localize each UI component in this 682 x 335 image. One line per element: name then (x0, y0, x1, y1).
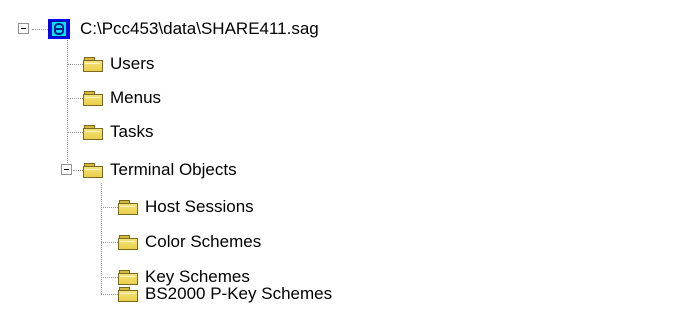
folder-icon (118, 286, 138, 302)
folder-icon (118, 234, 138, 250)
folder-icon (83, 124, 103, 140)
folder-icon (83, 90, 103, 106)
tree-root-label: C:\Pcc453\data\SHARE411.sag (80, 19, 319, 38)
folder-icon (118, 199, 138, 215)
terminal-objects-collapse-toggle[interactable] (61, 164, 72, 175)
tree-item-label: Color Schemes (145, 232, 262, 251)
tree-root-node[interactable]: C:\Pcc453\data\SHARE411.sag (48, 17, 321, 41)
database-icon (48, 19, 70, 39)
tree-item-bs2000-p-key-schemes[interactable]: BS2000 P-Key Schemes (118, 282, 334, 306)
tree-item-label: Host Sessions (145, 197, 254, 216)
root-collapse-toggle[interactable] (18, 23, 29, 34)
tree-item-label: Tasks (110, 122, 154, 141)
tree-item-label: Terminal Objects (110, 160, 237, 179)
tree-item-terminal-objects[interactable]: Terminal Objects (83, 158, 239, 182)
tree-item-host-sessions[interactable]: Host Sessions (118, 195, 256, 219)
tree-item-color-schemes[interactable]: Color Schemes (118, 230, 263, 254)
folder-icon (83, 56, 103, 72)
tree-item-users[interactable]: Users (83, 52, 156, 76)
tree-item-tasks[interactable]: Tasks (83, 120, 155, 144)
tree-item-label: BS2000 P-Key Schemes (145, 284, 333, 303)
tree-item-label: Users (110, 54, 155, 73)
tree-item-menus[interactable]: Menus (83, 86, 163, 110)
tree-item-label: Menus (110, 88, 162, 107)
tree-view[interactable]: C:\Pcc453\data\SHARE411.sag Users Menus … (0, 0, 682, 335)
folder-icon (83, 162, 103, 178)
